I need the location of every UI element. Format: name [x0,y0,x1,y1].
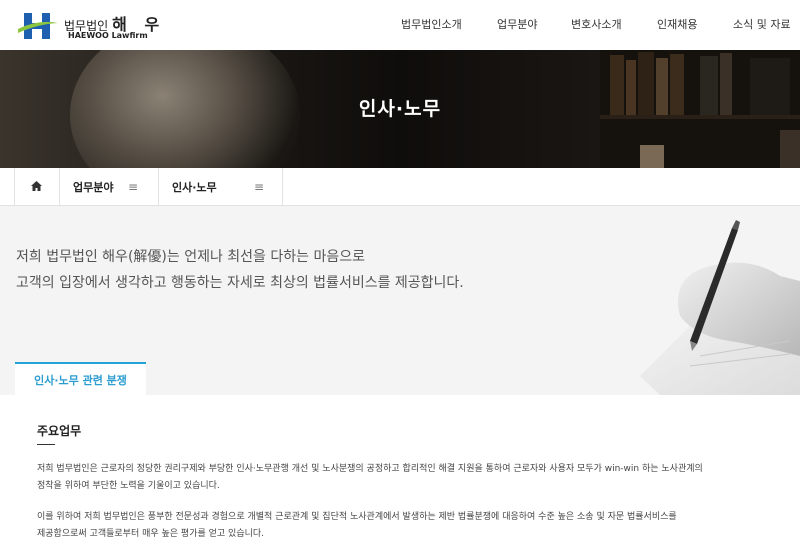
tab-label: 인사·노무 관련 분쟁 [34,374,127,387]
section-title: 주요업무 [37,424,82,438]
breadcrumb-level1-label: 업무분야 [73,181,114,194]
site-logo[interactable]: 법무법인 해 우 HAEWOO Lawfirm [18,8,168,44]
breadcrumb-level2[interactable]: 인사·노무 ≡ [158,168,283,205]
page-banner: 인사·노무 [0,50,800,168]
intro-text-line2: 고객의 입장에서 생각하고 행동하는 자세로 최상의 법률서비스를 제공합니다. [16,275,464,291]
logo-mark-icon [18,13,58,39]
menu-icon: ≡ [128,180,139,194]
breadcrumb-level2-label: 인사·노무 [172,181,217,194]
nav-item-news[interactable]: 소식 및 자료 [733,16,791,32]
main-content: 주요업무 저희 법무법인은 근로자의 정당한 권리구제와 부당한 인사·노무관행… [15,395,800,541]
menu-icon: ≡ [254,180,265,194]
nav-item-practice[interactable]: 업무분야 [497,16,537,32]
home-icon [31,181,42,191]
paragraph-1-line1: 저희 법무법인은 근로자의 정당한 권리구제와 부당한 인사·노무관행 개선 및… [37,464,703,474]
logo-text-en: HAEWOO Lawfirm [68,31,148,40]
nav-item-about[interactable]: 법무법인소개 [401,16,462,32]
breadcrumb-home[interactable] [14,168,60,205]
paragraph-2-line1: 이를 위하여 저희 법무법인은 풍부한 전문성과 경험으로 개별적 근로관계 및… [37,512,677,522]
breadcrumb-level1[interactable]: 업무분야 ≡ [59,168,159,205]
nav-item-careers[interactable]: 인재채용 [657,16,697,32]
nav-item-lawyers[interactable]: 변호사소개 [571,16,622,32]
breadcrumb: 업무분야 ≡ 인사·노무 ≡ [0,168,800,206]
hand-writing-image [640,220,800,395]
tab-labor-disputes[interactable]: 인사·노무 관련 분쟁 [15,362,146,395]
section-divider [37,444,55,445]
paragraph-1-line2: 정착을 위하여 부단한 노력을 기울이고 있습니다. [37,481,220,491]
page-title: 인사·노무 [358,98,442,120]
paragraph-2-line2: 제공함으로써 고객들로부터 매우 높은 평가를 얻고 있습니다. [37,529,265,539]
site-header: 법무법인 해 우 HAEWOO Lawfirm 법무법인소개 업무분야 변호사소개… [0,0,800,50]
intro-text-line1: 저희 법무법인 해우(解優)는 언제나 최선을 다하는 마음으로 [16,249,365,265]
